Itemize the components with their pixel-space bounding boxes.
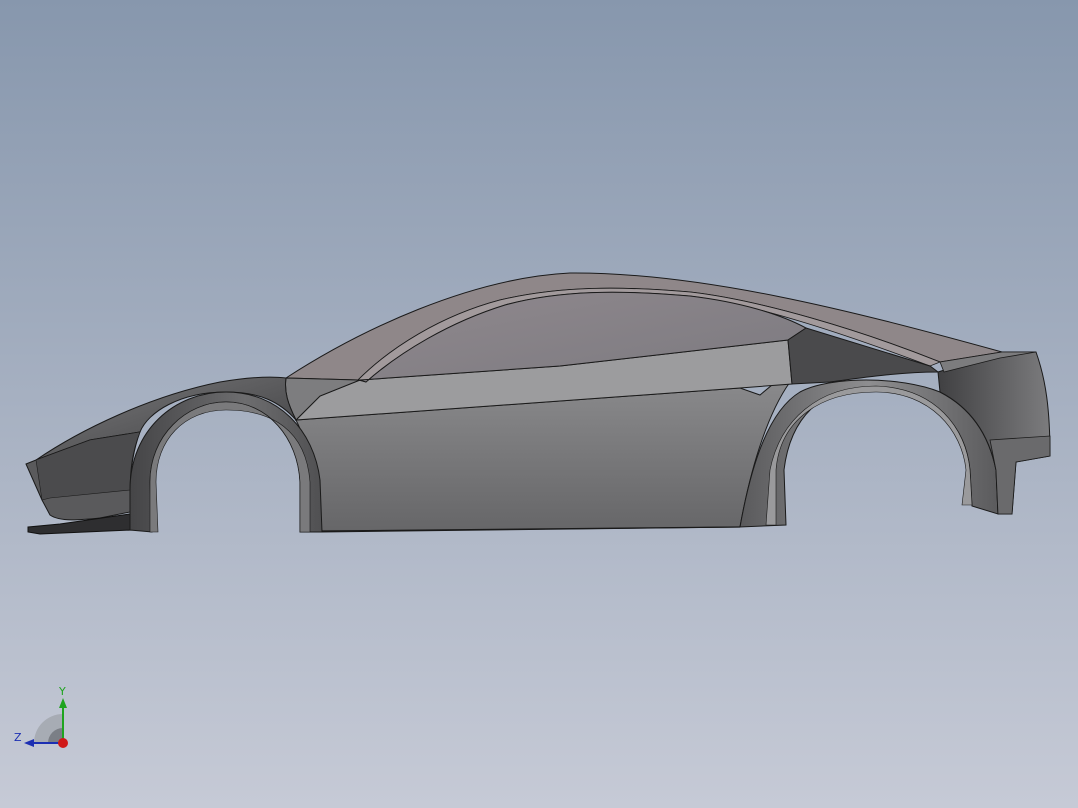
z-axis-arrow-icon — [24, 739, 34, 747]
orientation-triad[interactable]: Y Z — [10, 686, 80, 756]
z-axis-label: Z — [14, 731, 22, 744]
rear-fascia[interactable] — [989, 435, 1051, 515]
triad-graphic — [24, 698, 68, 748]
y-axis-label: Y — [59, 685, 66, 698]
front-bumper-shade[interactable] — [35, 431, 141, 501]
graphics-viewport[interactable]: Y Z — [0, 0, 1078, 808]
car-body-model[interactable] — [0, 0, 1078, 808]
x-axis-dot-icon — [58, 738, 68, 748]
y-axis-arrow-icon — [59, 698, 67, 708]
